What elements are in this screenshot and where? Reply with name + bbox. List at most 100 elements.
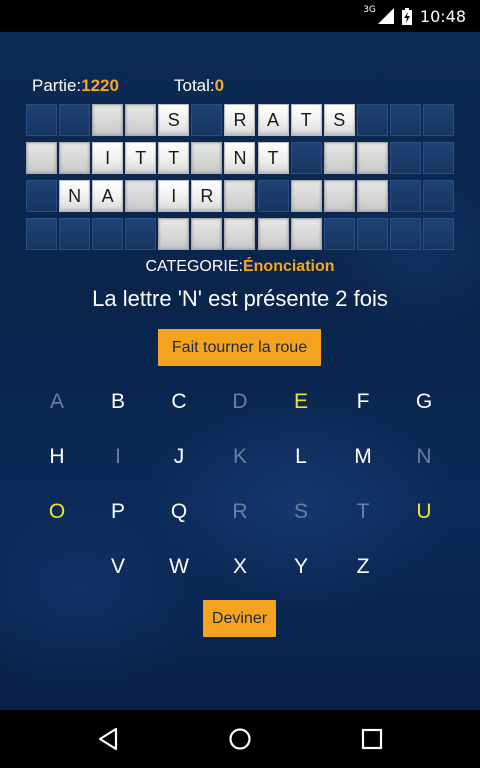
board-row [26,218,454,250]
key-i[interactable]: I [98,437,138,477]
board-cell-unused [257,180,289,212]
board-cell-unused [422,104,454,136]
board-cell-hidden [125,104,157,136]
board-cell-letter: T [257,142,289,174]
board-cell-hidden [290,180,322,212]
key-m[interactable]: M [343,437,383,477]
board-cell-letter: S [323,104,355,136]
keyboard-row: VWXYZ [0,547,480,602]
board-cell-hidden [323,142,355,174]
key-a[interactable]: A [37,382,77,422]
board-cell-hidden [224,218,256,250]
total-label: Total: [174,76,215,95]
game-area: Partie:1220 Total:0 SRATSITTNTNAIR CATEG… [0,32,480,710]
board-cell-hidden [26,142,57,174]
board-cell-hidden [191,142,223,174]
board-cell-unused [422,218,454,250]
guess-button[interactable]: Deviner [203,600,276,637]
board-cell-hidden [224,180,256,212]
board-cell-letter: T [158,142,190,174]
network-type: 3G [363,5,376,15]
key-q[interactable]: Q [159,492,199,532]
key-o[interactable]: O [37,492,77,532]
board-cell-hidden [257,218,289,250]
puzzle-board: SRATSITTNTNAIR [26,104,454,256]
total-value: 0 [214,76,225,95]
navigation-bar [0,710,480,768]
signal-icon [377,8,394,24]
key-j[interactable]: J [159,437,199,477]
home-circle-icon[interactable] [227,726,253,752]
board-cell-letter: T [290,104,322,136]
board-cell-unused [26,104,57,136]
partie-label: Partie: [32,76,82,95]
key-z[interactable]: Z [343,547,383,587]
board-cell-unused [125,218,157,250]
key-f[interactable]: F [343,382,383,422]
key-t[interactable]: T [343,492,383,532]
board-cell-hidden [323,180,355,212]
board-cell-letter: A [92,180,124,212]
board-cell-unused [389,218,421,250]
category-label: CATEGORIE: [145,258,243,275]
board-cell-unused [59,218,91,250]
board-cell-unused [59,104,91,136]
category-line: CATEGORIE:Énonciation [0,258,480,276]
board-cell-unused [389,104,421,136]
keyboard-row: OPQRSTU [0,492,480,547]
board-cell-unused [356,218,388,250]
key-u[interactable]: U [404,492,444,532]
key-y[interactable]: Y [281,547,321,587]
key-n[interactable]: N [404,437,444,477]
key-h[interactable]: H [37,437,77,477]
board-cell-unused [26,218,57,250]
key-b[interactable]: B [98,382,138,422]
board-cell-unused [389,180,421,212]
key-k[interactable]: K [220,437,260,477]
board-cell-hidden [92,104,124,136]
key-v[interactable]: V [98,547,138,587]
score-row: Partie:1220 Total:0 [32,76,452,98]
key-s[interactable]: S [281,492,321,532]
board-cell-letter: A [257,104,289,136]
key-p[interactable]: P [98,492,138,532]
key-r[interactable]: R [220,492,260,532]
key-l[interactable]: L [281,437,321,477]
partie-score: Partie:1220 [32,76,119,96]
key-w[interactable]: W [159,547,199,587]
key-d[interactable]: D [220,382,260,422]
battery-icon [401,7,412,25]
spin-wheel-button[interactable]: Fait tourner la roue [158,329,321,366]
board-row: ITTNT [26,142,454,174]
keyboard-row: HIJKLMN [0,437,480,492]
board-cell-unused [92,218,124,250]
board-cell-hidden [125,180,157,212]
board-cell-unused [356,104,388,136]
key-g[interactable]: G [404,382,444,422]
board-row: SRATS [26,104,454,136]
board-cell-letter: N [59,180,91,212]
board-cell-unused [26,180,57,212]
board-cell-hidden [356,142,388,174]
letter-keyboard: ABCDEFGHIJKLMNOPQRSTUVWXYZ [0,382,480,602]
board-cell-letter: I [92,142,124,174]
key-x[interactable]: X [220,547,260,587]
key-c[interactable]: C [159,382,199,422]
board-cell-hidden [191,218,223,250]
board-cell-unused [422,142,454,174]
board-cell-hidden [158,218,190,250]
keyboard-row: ABCDEFG [0,382,480,437]
board-cell-unused [389,142,421,174]
partie-value: 1220 [81,76,119,95]
recents-square-icon[interactable] [359,726,385,752]
board-cell-letter: R [191,180,223,212]
key-e[interactable]: E [281,382,321,422]
board-cell-letter: R [224,104,256,136]
board-row: NA IR [26,180,454,212]
board-cell-letter: S [158,104,190,136]
board-cell-unused [290,142,322,174]
board-cell-letter: T [125,142,157,174]
category-value: Énonciation [242,258,335,275]
back-triangle-icon[interactable] [96,726,122,752]
board-cell-unused [191,104,223,136]
